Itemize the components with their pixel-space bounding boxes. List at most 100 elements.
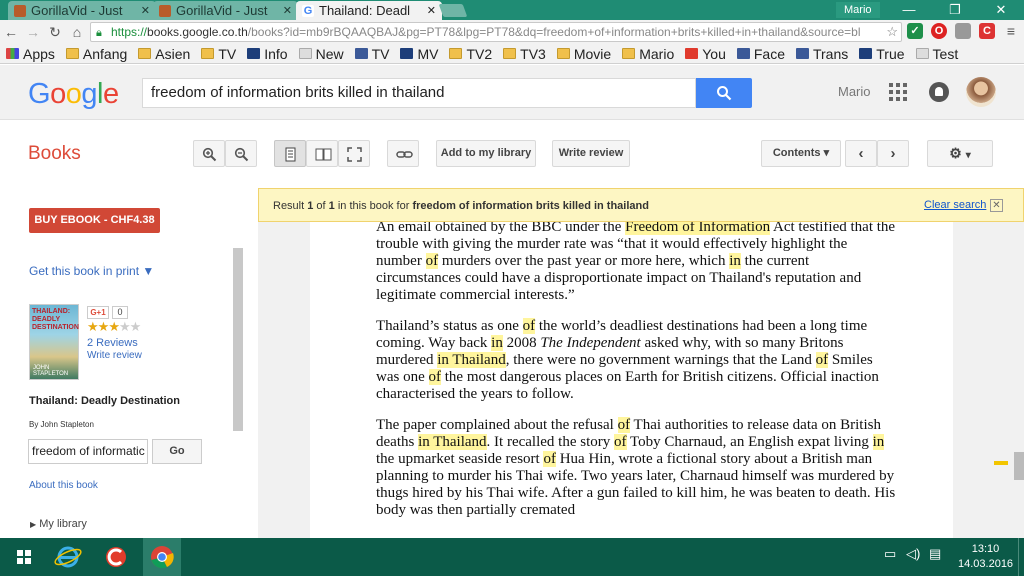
forward-icon[interactable]: → <box>22 24 44 40</box>
bookmark-youtube[interactable]: You <box>685 46 726 62</box>
bookmark-label: Info <box>264 45 288 62</box>
search-icon <box>717 86 732 101</box>
bookmark-star-icon[interactable]: ☆ <box>886 23 898 41</box>
address-bar[interactable]: 🔒︎ https://books.google.co.th/books?id=mb… <box>90 22 902 42</box>
book-author: By John Stapleton <box>29 420 94 429</box>
home-icon[interactable]: ⌂ <box>66 24 88 40</box>
bookmark-folder-tv2[interactable]: TV2 <box>449 46 492 62</box>
action-center-icon[interactable]: ▤ <box>929 546 941 562</box>
reviews-link[interactable]: 2 Reviews <box>87 337 138 349</box>
maximize-icon[interactable]: ❐ <box>932 0 978 20</box>
ccleaner-icon[interactable] <box>100 541 132 573</box>
two-page-view-button[interactable] <box>306 140 338 167</box>
add-to-library-button[interactable]: Add to my library <box>436 140 536 167</box>
bookmark-folder-tv3[interactable]: TV3 <box>503 46 546 62</box>
book-sidebar: BUY EBOOK - CHF4.38 Get this book in pri… <box>0 188 258 538</box>
search-result-bar: Result 1 of 1 in this book for freedom o… <box>258 188 1024 222</box>
search-in-book-input[interactable]: freedom of informatic <box>28 439 148 464</box>
zoom-in-button[interactable] <box>193 140 225 167</box>
new-tab-button[interactable] <box>438 4 468 17</box>
tab-title: GorillaVid - Just <box>31 3 123 18</box>
profile-button[interactable]: Mario <box>836 2 880 18</box>
bookmark-tv-feed[interactable]: TV <box>354 46 389 62</box>
google-logo[interactable]: Google <box>28 78 119 111</box>
go-button[interactable]: Go <box>152 439 202 464</box>
bookmark-mv[interactable]: MV <box>400 46 438 62</box>
bookmark-folder-mario[interactable]: Mario <box>622 46 674 62</box>
show-desktop-button[interactable] <box>1018 538 1024 576</box>
menu-icon[interactable]: ≡ <box>1003 23 1019 39</box>
taskbar-clock[interactable]: 13:10 14.03.2016 <box>958 542 1013 572</box>
search-hit-highlight: Freedom of Information <box>625 222 771 235</box>
star-filled-icon: ★ <box>108 319 120 334</box>
avatar[interactable] <box>966 77 996 107</box>
write-review-link[interactable]: Write review <box>87 350 142 361</box>
close-tab-icon[interactable]: ✕ <box>283 4 292 17</box>
extension-icon[interactable] <box>955 23 971 39</box>
contents-dropdown[interactable]: Contents ▾ <box>761 140 841 167</box>
text-segment: Thailand’s status as one <box>376 318 523 334</box>
write-review-button[interactable]: Write review <box>552 140 630 167</box>
sidebar-scrollbar[interactable] <box>233 248 243 431</box>
my-library-toggle[interactable]: ▶ My library <box>30 518 87 530</box>
bookmark-trans[interactable]: Trans <box>795 46 848 62</box>
facebook-icon <box>736 48 750 59</box>
book-cover[interactable]: THAILAND: DEADLY DESTINATION JOHN STAPLE… <box>29 304 79 380</box>
get-in-print-link[interactable]: Get this book in print ▼ <box>29 264 154 278</box>
browser-tab-3-active[interactable]: G Thailand: Deadl ✕ <box>296 1 442 20</box>
rating-stars: ★★★★★ <box>87 319 141 335</box>
volume-icon[interactable]: ◁) <box>906 546 920 562</box>
scrollbar-thumb[interactable] <box>1014 452 1024 480</box>
single-page-view-button[interactable] <box>274 140 306 167</box>
google-search-input[interactable]: freedom of information brits killed in t… <box>142 78 696 108</box>
bookmark-info[interactable]: Info <box>247 45 288 62</box>
back-icon[interactable]: ← <box>0 24 22 40</box>
browser-tab-1[interactable]: GorillaVid - Just ✕ <box>8 1 156 20</box>
google-apps-icon[interactable] <box>889 83 907 101</box>
close-tab-icon[interactable]: ✕ <box>141 4 150 17</box>
fullscreen-button[interactable] <box>338 140 370 167</box>
opera-extension-icon[interactable]: O <box>931 23 947 39</box>
close-icon[interactable]: ✕ <box>990 199 1003 212</box>
google-username[interactable]: Mario <box>838 84 871 99</box>
search-button[interactable] <box>696 78 752 108</box>
browser-tab-2[interactable]: GorillaVid - Just ✕ <box>153 1 298 20</box>
folder-icon <box>622 48 636 59</box>
network-icon[interactable]: ▭ <box>884 546 896 562</box>
text-segment: Toby Charnaud, an English expat living <box>626 434 873 450</box>
shield-extension-icon[interactable]: ✓ <box>907 23 923 39</box>
buy-ebook-button[interactable]: BUY EBOOK - CHF4.38 <box>29 208 160 233</box>
zoom-out-button[interactable] <box>225 140 257 167</box>
bookmark-new[interactable]: New <box>298 46 344 62</box>
books-title[interactable]: Books <box>28 143 81 165</box>
bookmark-test[interactable]: Test <box>915 46 958 62</box>
google-plus-button[interactable]: G+1 <box>87 306 109 319</box>
clear-search-link[interactable]: Clear search <box>924 199 986 211</box>
bookmark-true[interactable]: True <box>859 46 905 62</box>
search-hit-highlight: of <box>543 451 556 467</box>
page-scrollbar[interactable] <box>1014 222 1024 538</box>
search-hit-highlight: in Thailand <box>437 352 506 368</box>
minimize-icon[interactable]: — <box>886 0 932 20</box>
link-button[interactable] <box>387 140 419 167</box>
bookmark-folder-asien[interactable]: Asien <box>138 46 190 62</box>
bookmark-folder-movie[interactable]: Movie <box>556 46 611 62</box>
previous-page-button[interactable]: ‹ <box>845 140 877 167</box>
next-page-button[interactable]: › <box>877 140 909 167</box>
internet-explorer-icon[interactable] <box>52 541 84 573</box>
search-hit-marker <box>994 461 1008 465</box>
settings-dropdown[interactable]: ⚙ ▾ <box>927 140 993 167</box>
bookmark-folder-anfang[interactable]: Anfang <box>65 46 127 62</box>
search-hit-highlight: of <box>614 434 627 450</box>
windows-start-icon[interactable] <box>8 541 40 573</box>
c-extension-icon[interactable]: C <box>979 23 995 39</box>
bookmark-apps[interactable]: Apps <box>6 46 55 62</box>
bookmark-facebook[interactable]: Face <box>736 46 785 62</box>
bookmark-folder-tv[interactable]: TV <box>201 46 236 62</box>
close-tab-icon[interactable]: ✕ <box>427 4 436 17</box>
notifications-bell-icon[interactable] <box>929 82 949 102</box>
chrome-icon[interactable] <box>146 541 178 573</box>
close-window-icon[interactable]: ✕ <box>978 0 1024 20</box>
about-this-book-link[interactable]: About this book <box>29 480 98 491</box>
reload-icon[interactable]: ↻ <box>44 24 66 41</box>
